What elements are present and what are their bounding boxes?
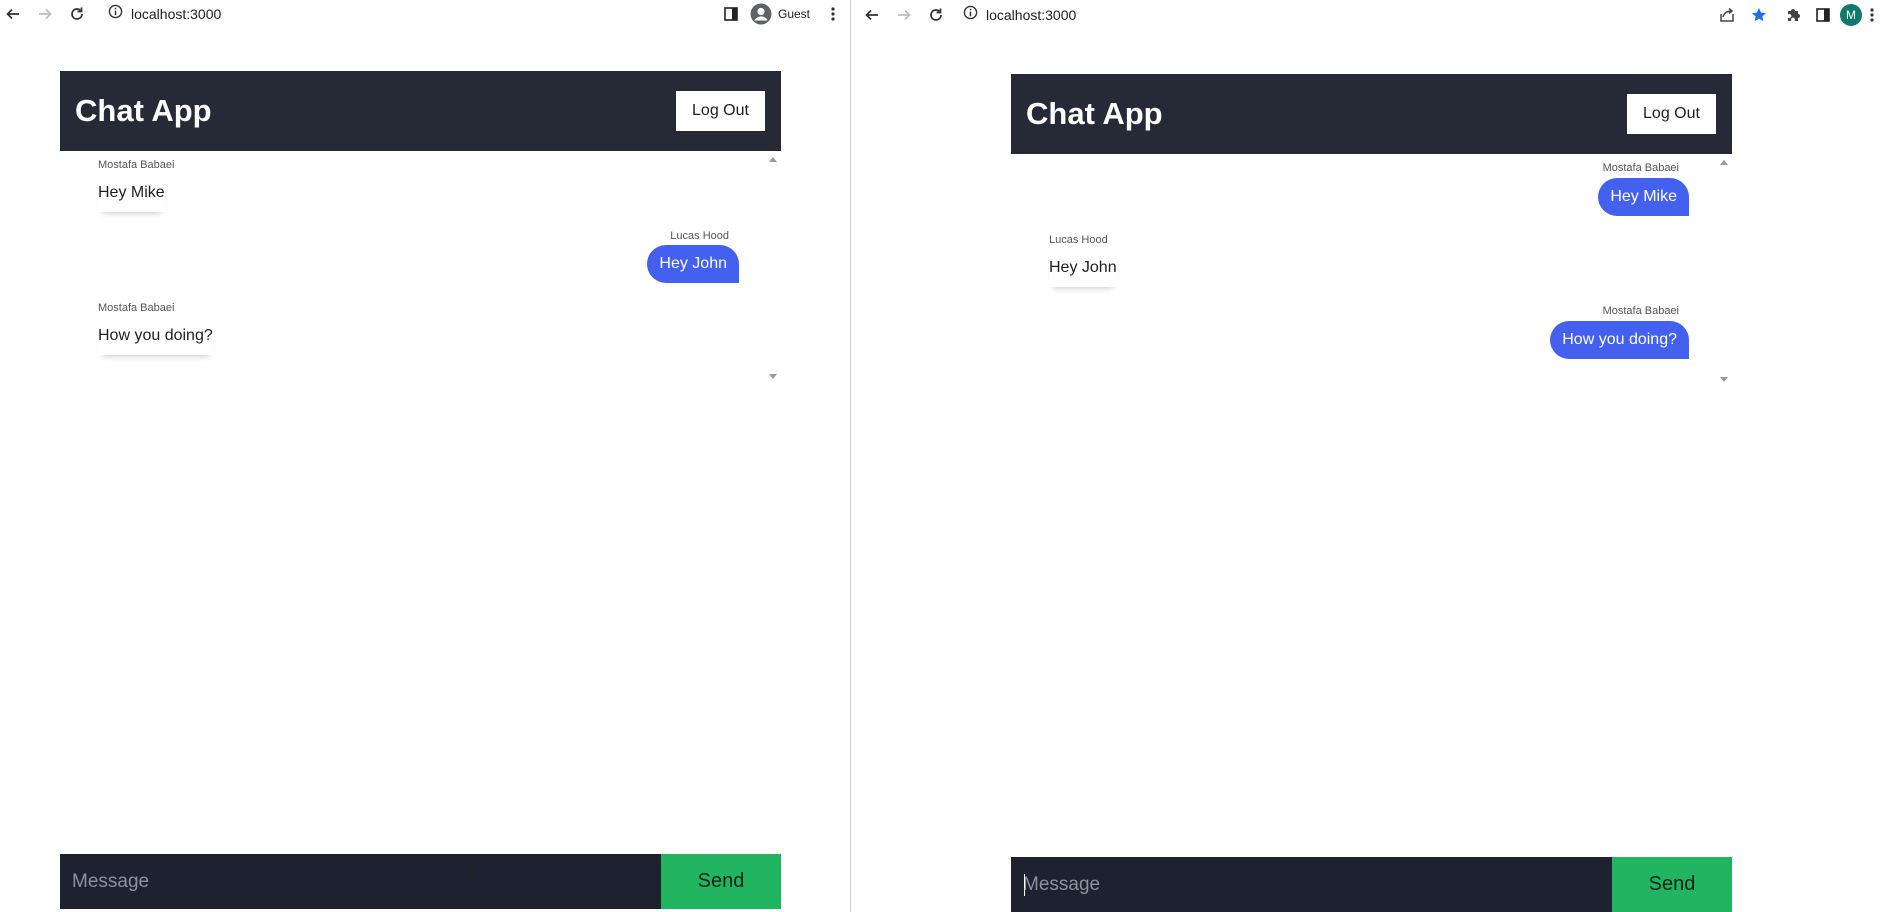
message-list[interactable]: Mostafa Babaei Hey Mike Lucas Hood Hey J…: [60, 151, 781, 386]
info-icon[interactable]: [108, 4, 123, 24]
message-composer: Send: [60, 854, 781, 909]
kebab-menu-icon[interactable]: [820, 2, 846, 26]
url-text[interactable]: localhost:3000: [131, 6, 221, 22]
message-item: Mostafa Babaei How you doing?: [98, 302, 213, 355]
back-arrow-icon[interactable]: [859, 3, 885, 27]
bookmark-star-icon[interactable]: [1746, 3, 1772, 27]
kebab-menu-icon[interactable]: [1864, 3, 1880, 27]
chat-app: Chat App Log Out Mostafa Babaei Hey Mike…: [60, 71, 781, 386]
url-text[interactable]: localhost:3000: [986, 7, 1076, 23]
message-item: Mostafa Babaei Hey Mike: [98, 159, 174, 212]
forward-arrow-icon[interactable]: [32, 2, 58, 26]
message-item: Lucas Hood Hey John: [647, 230, 739, 283]
scroll-down-icon[interactable]: [1720, 377, 1728, 382]
message-composer: Send: [1011, 857, 1732, 912]
message-item: Lucas Hood Hey John: [1049, 234, 1117, 287]
logout-button[interactable]: Log Out: [676, 91, 765, 131]
message-bubble: Hey Mike: [98, 175, 165, 212]
message-sender: Mostafa Babaei: [98, 159, 175, 171]
message-item: Mostafa Babaei Hey Mike: [1598, 162, 1689, 216]
reload-icon[interactable]: [923, 3, 949, 27]
sidebar-icon[interactable]: [1810, 3, 1836, 27]
profile-label[interactable]: Guest: [778, 7, 810, 21]
info-icon[interactable]: [963, 5, 978, 25]
logout-button[interactable]: Log Out: [1627, 94, 1716, 134]
send-button[interactable]: Send: [661, 854, 781, 909]
profile-avatar[interactable]: M: [1840, 4, 1862, 26]
app-title: Chat App: [75, 93, 212, 128]
scroll-up-icon[interactable]: [1720, 160, 1728, 165]
text-cursor-icon: I: [468, 864, 476, 885]
app-header: Chat App Log Out: [60, 71, 781, 151]
share-icon[interactable]: [1714, 3, 1740, 27]
browser-window-right: localhost:3000 M Chat App Log Out Mostaf…: [851, 0, 1880, 912]
forward-arrow-icon[interactable]: [891, 3, 917, 27]
desktop: localhost:3000 Guest Chat App Log Out Mo…: [0, 0, 1880, 912]
input-caret: [1024, 874, 1025, 896]
message-input[interactable]: [60, 854, 661, 909]
browser-toolbar: localhost:3000 Guest: [0, 0, 850, 28]
browser-toolbar: localhost:3000 M: [851, 0, 1880, 30]
message-bubble: Hey John: [1049, 250, 1117, 287]
message-list[interactable]: Mostafa Babaei Hey Mike Lucas Hood Hey J…: [1011, 154, 1732, 389]
message-bubble: How you doing?: [98, 318, 213, 355]
extensions-puzzle-icon[interactable]: [1780, 3, 1806, 27]
message-bubble: Hey John: [647, 245, 739, 283]
message-sender: Mostafa Babaei: [98, 302, 175, 314]
message-sender: Mostafa Babaei: [1602, 162, 1679, 174]
sidebar-icon[interactable]: [718, 2, 744, 26]
send-button[interactable]: Send: [1612, 857, 1732, 912]
message-bubble: How you doing?: [1550, 321, 1689, 359]
chat-app: Chat App Log Out Mostafa Babaei Hey Mike…: [1011, 74, 1732, 389]
app-header: Chat App Log Out: [1011, 74, 1732, 154]
profile-icon[interactable]: [748, 2, 774, 26]
message-sender: Lucas Hood: [1049, 234, 1108, 246]
message-sender: Lucas Hood: [670, 230, 729, 242]
address-bar[interactable]: localhost:3000: [963, 5, 1076, 25]
back-arrow-icon[interactable]: [0, 2, 26, 26]
browser-window-left: localhost:3000 Guest Chat App Log Out Mo…: [0, 0, 850, 912]
message-sender: Mostafa Babaei: [1602, 305, 1679, 317]
reload-icon[interactable]: [64, 2, 90, 26]
address-bar[interactable]: localhost:3000: [108, 4, 221, 24]
message-input[interactable]: [1011, 857, 1612, 912]
scroll-up-icon[interactable]: [769, 157, 777, 162]
app-title: Chat App: [1026, 96, 1163, 131]
message-item: Mostafa Babaei How you doing?: [1550, 305, 1689, 359]
scroll-down-icon[interactable]: [769, 374, 777, 379]
message-bubble: Hey Mike: [1598, 178, 1689, 216]
